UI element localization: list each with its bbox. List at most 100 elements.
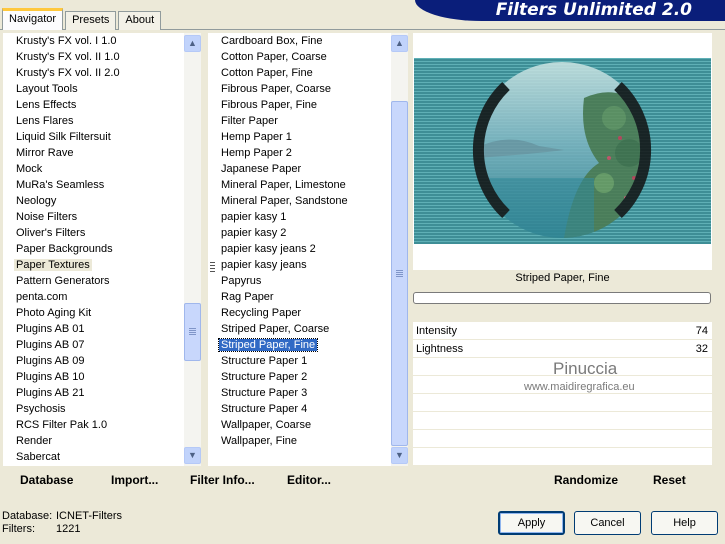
- filter-list-item-label: Recycling Paper: [221, 307, 302, 319]
- param-empty-row: [413, 430, 712, 448]
- help-button[interactable]: Help: [651, 511, 718, 535]
- parameter-panel: Intensity 74 Lightness 32: [413, 322, 712, 466]
- watermark-url: www.maidiregrafica.eu: [524, 381, 635, 393]
- filter-list-item[interactable]: papier kasy jeans 2: [208, 241, 391, 257]
- filter-list[interactable]: Cardboard Box, Fine Cotton Paper, Coarse C…: [208, 33, 408, 466]
- filter-list-item[interactable]: Striped Paper, Fine: [208, 337, 391, 353]
- category-list-item[interactable]: Psychosis: [3, 401, 184, 417]
- category-scrollbar[interactable]: ▲ ▼: [184, 33, 201, 466]
- filter-list-item[interactable]: Wallpaper, Coarse: [208, 417, 391, 433]
- brand-banner: Filters Unlimited 2.0: [415, 0, 725, 21]
- category-list-item-label: Paper Textures: [14, 259, 92, 271]
- category-list[interactable]: Krusty's FX vol. I 1.0 Krusty's FX vol. I…: [3, 33, 201, 466]
- filter-list-item[interactable]: Hemp Paper 1: [208, 129, 391, 145]
- category-list-item[interactable]: Mock: [3, 161, 184, 177]
- filter-list-item[interactable]: Fibrous Paper, Coarse: [208, 81, 391, 97]
- editor-button[interactable]: Editor...: [287, 473, 331, 487]
- filter-list-item[interactable]: Cotton Paper, Coarse: [208, 49, 391, 65]
- category-list-item[interactable]: Plugins AB 10: [3, 369, 184, 385]
- filter-list-item[interactable]: Striped Paper, Coarse: [208, 321, 391, 337]
- preview-progress-bar: [413, 292, 711, 304]
- category-list-item[interactable]: Layout Tools: [3, 81, 184, 97]
- scroll-up-arrow-icon[interactable]: ▲: [184, 35, 201, 52]
- scroll-up-arrow-icon[interactable]: ▲: [391, 35, 408, 52]
- category-list-item[interactable]: Paper Backgrounds: [3, 241, 184, 257]
- filter-list-item[interactable]: Structure Paper 2: [208, 369, 391, 385]
- filter-list-item[interactable]: Mineral Paper, Limestone: [208, 177, 391, 193]
- filter-list-item-label: Rag Paper: [221, 291, 274, 303]
- randomize-button[interactable]: Randomize: [554, 473, 618, 487]
- filter-list-item[interactable]: Rag Paper: [208, 289, 391, 305]
- filter-info-button[interactable]: Filter Info...: [190, 473, 255, 487]
- filter-list-item-label: Structure Paper 4: [221, 403, 308, 415]
- category-list-item[interactable]: Paper Textures: [3, 257, 184, 273]
- filter-list-item[interactable]: Hemp Paper 2: [208, 145, 391, 161]
- scroll-down-arrow-icon[interactable]: ▼: [391, 447, 408, 464]
- filter-scrollbar[interactable]: ▲ ▼: [391, 33, 408, 466]
- category-list-item[interactable]: Lens Effects: [3, 97, 184, 113]
- category-list-item[interactable]: Liquid Silk Filtersuit: [3, 129, 184, 145]
- list-drag-grip-icon[interactable]: [210, 262, 215, 272]
- category-list-item[interactable]: Oliver's Filters: [3, 225, 184, 241]
- tab-about[interactable]: About: [118, 11, 162, 30]
- database-button[interactable]: Database: [20, 473, 73, 487]
- filter-list-item[interactable]: Mineral Paper, Sandstone: [208, 193, 391, 209]
- filter-scroll-thumb[interactable]: [391, 101, 408, 446]
- filter-list-item[interactable]: Japanese Paper: [208, 161, 391, 177]
- category-list-item[interactable]: MuRa's Seamless: [3, 177, 184, 193]
- category-list-item-label: Plugins AB 09: [16, 355, 85, 367]
- category-list-item-label: Noise Filters: [16, 211, 78, 223]
- category-list-item[interactable]: Krusty's FX vol. I 1.0: [3, 33, 184, 49]
- category-list-item[interactable]: Pattern Generators: [3, 273, 184, 289]
- filter-list-item-label: Hemp Paper 2: [221, 147, 292, 159]
- apply-button[interactable]: Apply: [498, 511, 565, 535]
- category-list-item[interactable]: Plugins AB 21: [3, 385, 184, 401]
- param-intensity-row[interactable]: Intensity 74: [413, 322, 712, 340]
- reset-button[interactable]: Reset: [653, 473, 686, 487]
- preview-panel: [413, 33, 712, 270]
- scroll-down-arrow-icon[interactable]: ▼: [184, 447, 201, 464]
- param-lightness-row[interactable]: Lightness 32: [413, 340, 712, 358]
- preview-filter-name: Striped Paper, Fine: [515, 272, 610, 284]
- cancel-button[interactable]: Cancel: [574, 511, 641, 535]
- category-list-item-label: Photo Aging Kit: [16, 307, 92, 319]
- filter-list-item[interactable]: Cardboard Box, Fine: [208, 33, 391, 49]
- category-list-item[interactable]: Mirror Rave: [3, 145, 184, 161]
- filter-list-item[interactable]: Structure Paper 4: [208, 401, 391, 417]
- category-list-item[interactable]: Noise Filters: [3, 209, 184, 225]
- category-list-item[interactable]: Krusty's FX vol. II 2.0: [3, 65, 184, 81]
- category-list-item[interactable]: Sabercat: [3, 449, 184, 465]
- param-lightness-value: 32: [695, 343, 708, 355]
- filter-list-item[interactable]: Structure Paper 1: [208, 353, 391, 369]
- category-list-item[interactable]: Plugins AB 09: [3, 353, 184, 369]
- category-list-item[interactable]: Plugins AB 01: [3, 321, 184, 337]
- category-list-item[interactable]: penta.com: [3, 289, 184, 305]
- import-button[interactable]: Import...: [111, 473, 158, 487]
- category-scroll-thumb[interactable]: [184, 303, 201, 361]
- category-list-item-label: Psychosis: [16, 403, 66, 415]
- filter-list-item[interactable]: papier kasy 2: [208, 225, 391, 241]
- category-list-item[interactable]: Render: [3, 433, 184, 449]
- category-list-item-label: Oliver's Filters: [16, 227, 86, 239]
- category-list-item[interactable]: Lens Flares: [3, 113, 184, 129]
- filter-list-item[interactable]: papier kasy 1: [208, 209, 391, 225]
- filter-list-item[interactable]: Cotton Paper, Fine: [208, 65, 391, 81]
- category-list-item[interactable]: Photo Aging Kit: [3, 305, 184, 321]
- filter-list-item[interactable]: Wallpaper, Fine: [208, 433, 391, 449]
- filter-list-item[interactable]: Structure Paper 3: [208, 385, 391, 401]
- category-list-item-label: Pattern Generators: [16, 275, 110, 287]
- filter-list-item[interactable]: Recycling Paper: [208, 305, 391, 321]
- filter-list-item[interactable]: Papyrus: [208, 273, 391, 289]
- filter-list-item[interactable]: Filter Paper: [208, 113, 391, 129]
- filter-list-item[interactable]: papier kasy jeans: [208, 257, 391, 273]
- category-list-item[interactable]: RCS Filter Pak 1.0: [3, 417, 184, 433]
- status-filters-value: 1221: [56, 523, 81, 535]
- filter-list-item[interactable]: Fibrous Paper, Fine: [208, 97, 391, 113]
- status-database-value: ICNET-Filters: [56, 510, 122, 522]
- tab-navigator[interactable]: Navigator: [2, 8, 64, 30]
- category-list-item[interactable]: Neology: [3, 193, 184, 209]
- category-list-item[interactable]: Krusty's FX vol. II 1.0: [3, 49, 184, 65]
- tab-presets[interactable]: Presets: [65, 11, 117, 30]
- param-intensity-value: 74: [695, 325, 708, 337]
- category-list-item[interactable]: Plugins AB 07: [3, 337, 184, 353]
